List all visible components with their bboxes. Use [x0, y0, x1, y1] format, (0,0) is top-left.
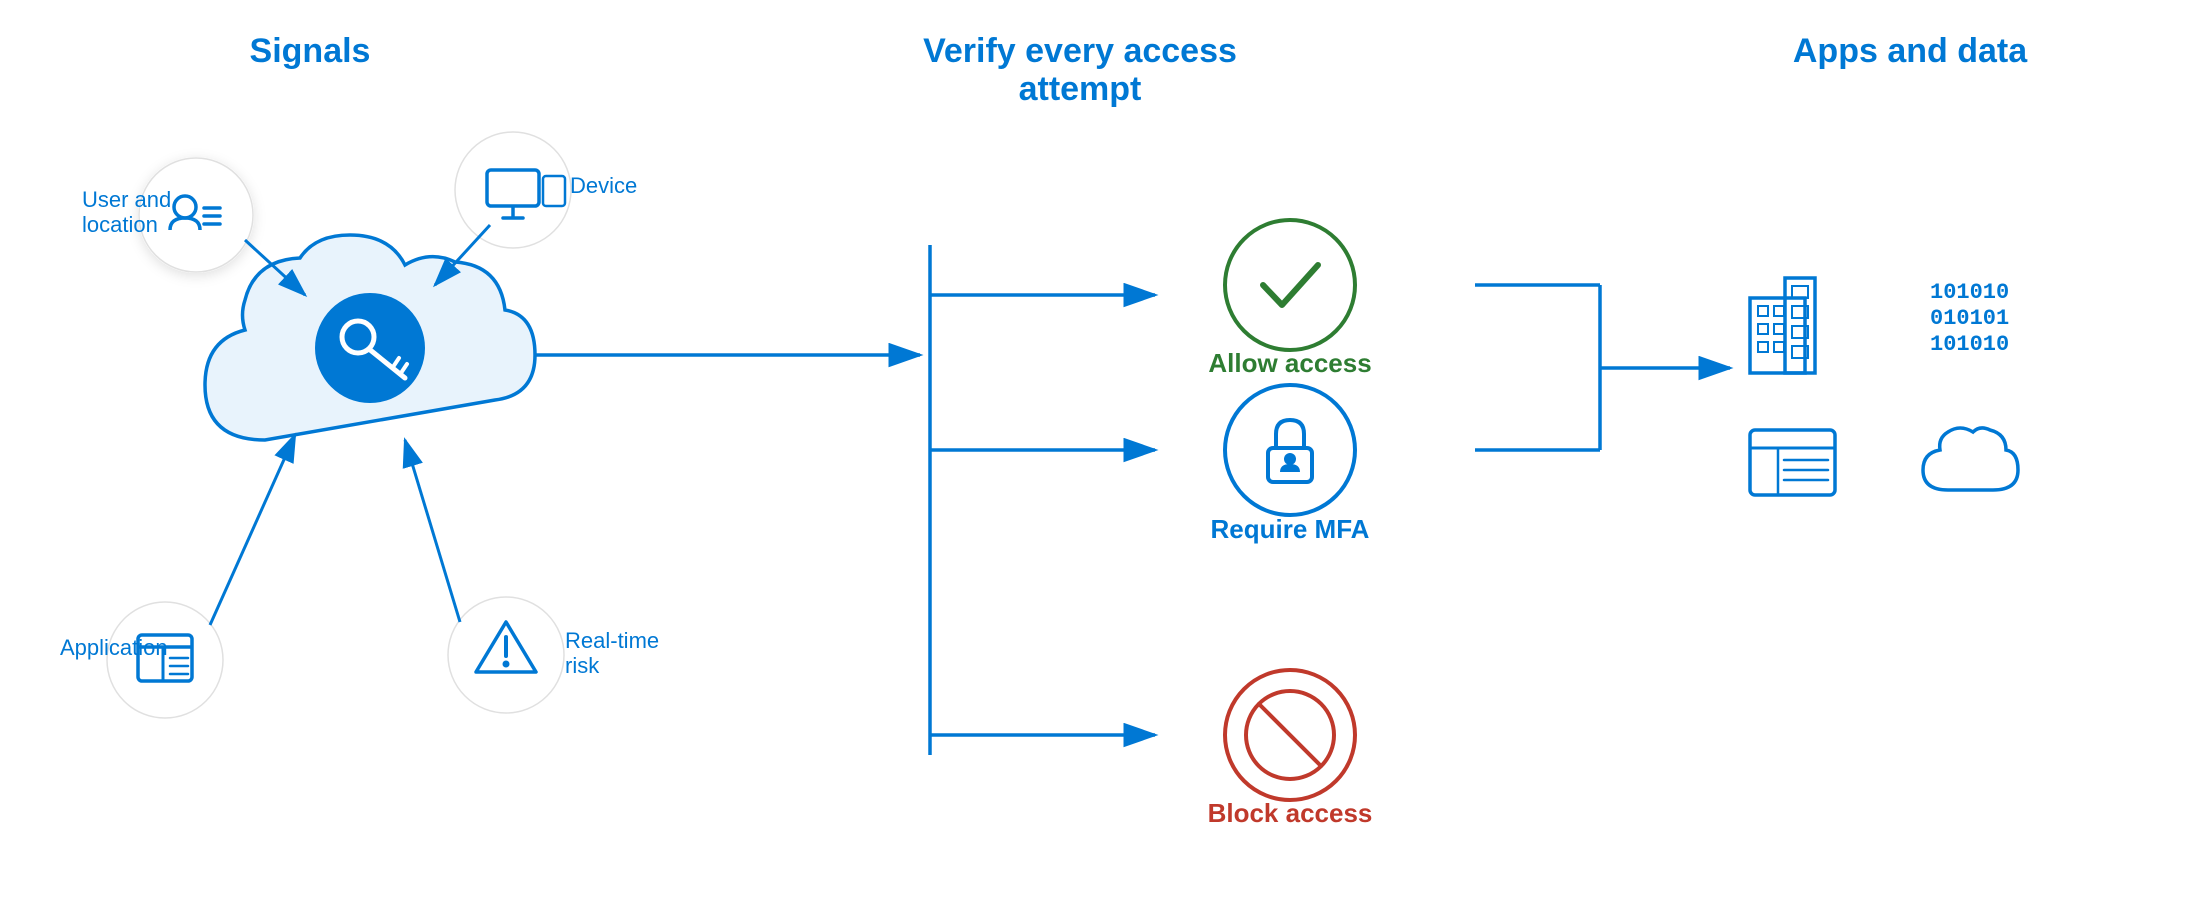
- svg-text:Require MFA: Require MFA: [1211, 514, 1370, 544]
- svg-text:010101: 010101: [1930, 306, 2009, 331]
- arrows-svg: Allow access Require MFA Block access: [0, 0, 2201, 899]
- svg-text:101010: 101010: [1930, 332, 2009, 357]
- svg-text:Device: Device: [570, 173, 637, 198]
- svg-text:Real-time: Real-time: [565, 628, 659, 653]
- svg-text:Block access: Block access: [1208, 798, 1373, 828]
- svg-text:101010: 101010: [1930, 280, 2009, 305]
- svg-text:Application: Application: [60, 635, 168, 660]
- svg-text:User and: User and: [82, 187, 171, 212]
- svg-text:Signals: Signals: [250, 32, 371, 70]
- svg-text:attempt: attempt: [1019, 70, 1142, 108]
- cloud-group: [205, 235, 535, 440]
- diagram: Allow access Require MFA Block access: [0, 0, 2201, 899]
- svg-text:risk: risk: [565, 653, 600, 678]
- svg-text:location: location: [82, 212, 158, 237]
- svg-text:Allow access: Allow access: [1208, 348, 1371, 378]
- svg-text:Verify every access: Verify every access: [923, 32, 1237, 70]
- svg-text:Apps and data: Apps and data: [1793, 32, 2028, 70]
